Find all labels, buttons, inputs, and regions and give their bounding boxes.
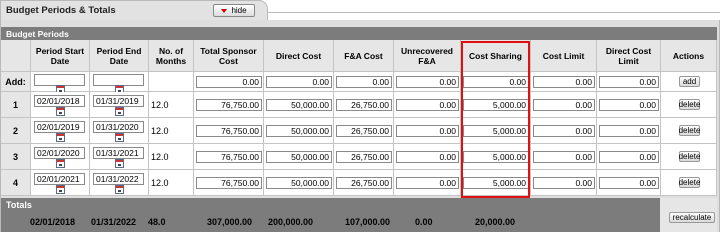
- period-row-1-direct-cost-limit-input[interactable]: 0.00: [599, 99, 659, 111]
- period-row-2-direct-cost-input[interactable]: 50,000.00: [266, 125, 332, 137]
- column-header-direct-cost: Direct Cost: [264, 40, 334, 72]
- period-row-1-action-button[interactable]: delete: [679, 99, 700, 110]
- column-header-cost-sharing: Cost Sharing: [461, 40, 531, 72]
- period-row-4-end-date-input[interactable]: 01/31/2022: [93, 173, 144, 185]
- period-row-1-sponsor-cost-input[interactable]: 76,750.00: [196, 99, 262, 111]
- add-row-label: Add:: [1, 72, 31, 92]
- period-row-1-label: 1: [1, 92, 31, 118]
- period-row-1-cost-limit-input[interactable]: 0.00: [533, 99, 595, 111]
- period-row-2-label: 2: [1, 118, 31, 144]
- column-header-fa-cost: F&A Cost: [334, 40, 394, 72]
- period-row-4-cost-limit-input[interactable]: 0.00: [533, 177, 595, 189]
- period-row-1-cost-sharing-input[interactable]: 5,000.00: [463, 99, 529, 111]
- calendar-icon[interactable]: [115, 107, 124, 116]
- period-row-4-sponsor-cost-input[interactable]: 76,750.00: [196, 177, 262, 189]
- add-row-direct-cost-limit-input[interactable]: 0.00: [599, 76, 659, 88]
- period-row-3-direct-cost-input[interactable]: 50,000.00: [266, 151, 332, 163]
- period-row-2-start-date-input[interactable]: 02/01/2019: [34, 121, 85, 133]
- period-row-2-cost-limit-input[interactable]: 0.00: [533, 125, 595, 137]
- totals-fa-cost: 107,000.00: [345, 217, 391, 227]
- period-row-3-unrecovered-fa-input[interactable]: 0.00: [396, 151, 459, 163]
- period-row-4-start-date-input[interactable]: 02/01/2021: [34, 173, 85, 185]
- calendar-icon[interactable]: [56, 159, 65, 168]
- totals-sponsor-cost: 307,000.00: [207, 217, 253, 227]
- period-row-1-months: 12.0: [151, 100, 169, 110]
- period-row-3-direct-cost-limit-input[interactable]: 0.00: [599, 151, 659, 163]
- calendar-icon[interactable]: [115, 133, 124, 142]
- period-row-3-fa-cost-input[interactable]: 26,750.00: [336, 151, 392, 163]
- column-header-cost-limit: Cost Limit: [531, 40, 597, 72]
- section-title: Budget Periods & Totals: [6, 5, 116, 16]
- period-row-4-direct-cost-limit-input[interactable]: 0.00: [599, 177, 659, 189]
- add-row-action-button[interactable]: add: [679, 76, 700, 87]
- period-row-3-cost-sharing-input[interactable]: 5,000.00: [463, 151, 529, 163]
- add-row-fa-cost-input[interactable]: 0.00: [336, 76, 392, 88]
- period-row-3-label: 3: [1, 144, 31, 170]
- period-row-2-unrecovered-fa-input[interactable]: 0.00: [396, 125, 459, 137]
- period-row-1-fa-cost-input[interactable]: 26,750.00: [336, 99, 392, 111]
- column-header-start-date: Period Start Date: [31, 40, 90, 72]
- period-row-4-cost-sharing-input[interactable]: 5,000.00: [463, 177, 529, 189]
- totals-title: Totals: [1, 198, 660, 212]
- period-row-2-cost-sharing-input[interactable]: 5,000.00: [463, 125, 529, 137]
- column-header-rownum: [1, 40, 31, 72]
- totals-direct-cost: 200,000.00: [268, 217, 314, 227]
- period-row-4-months: 12.0: [151, 178, 169, 188]
- hide-button[interactable]: hide: [213, 4, 255, 17]
- period-row-4-direct-cost-input[interactable]: 50,000.00: [266, 177, 332, 189]
- hide-label: hide: [231, 6, 247, 15]
- period-row-1-unrecovered-fa-input[interactable]: 0.00: [396, 99, 459, 111]
- period-row-2-sponsor-cost-input[interactable]: 76,750.00: [196, 125, 262, 137]
- period-row-3-end-date-input[interactable]: 01/31/2021: [93, 147, 144, 159]
- totals-unrecovered-fa: 0.00: [415, 217, 433, 227]
- period-row-3-months: 12.0: [151, 152, 169, 162]
- period-row-4-label: 4: [1, 170, 31, 196]
- add-row-direct-cost-input[interactable]: 0.00: [266, 76, 332, 88]
- period-row-2-end-date-input[interactable]: 01/31/2020: [93, 121, 144, 133]
- period-row-3-start-date-input[interactable]: 02/01/2020: [34, 147, 85, 159]
- period-row-1-start-date-input[interactable]: 02/01/2018: [34, 95, 85, 107]
- period-row-3-sponsor-cost-input[interactable]: 76,750.00: [196, 151, 262, 163]
- period-row-3-action-button[interactable]: delete: [679, 151, 700, 162]
- column-header-actions: Actions: [661, 40, 717, 72]
- period-row-2-months: 12.0: [151, 126, 169, 136]
- add-row-unrecovered-fa-input[interactable]: 0.00: [396, 76, 459, 88]
- collapse-triangle-icon: [221, 8, 228, 13]
- add-row-cost-sharing-input[interactable]: 0.00: [463, 76, 529, 88]
- period-row-2-direct-cost-limit-input[interactable]: 0.00: [599, 125, 659, 137]
- column-header-direct-cost-limit: Direct Cost Limit: [597, 40, 661, 72]
- subsection-title: Budget Periods: [1, 27, 717, 40]
- totals-months: 48.0: [148, 217, 166, 227]
- totals-start-date: 02/01/2018: [30, 217, 76, 227]
- section-tab: Budget Periods & Totals hide: [0, 0, 268, 20]
- totals-end-date: 01/31/2022: [91, 217, 137, 227]
- calendar-icon[interactable]: [115, 159, 124, 168]
- period-row-2-action-button[interactable]: delete: [679, 125, 700, 136]
- column-header-sponsor-cost: Total Sponsor Cost: [194, 40, 264, 72]
- calendar-icon[interactable]: [56, 133, 65, 142]
- period-row-4-fa-cost-input[interactable]: 26,750.00: [336, 177, 392, 189]
- column-header-months: No. of Months: [149, 40, 194, 72]
- calendar-icon[interactable]: [115, 185, 124, 194]
- add-row-sponsor-cost-input[interactable]: 0.00: [196, 76, 262, 88]
- divider: [268, 12, 720, 13]
- period-row-2-fa-cost-input[interactable]: 26,750.00: [336, 125, 392, 137]
- add-row-cost-limit-input[interactable]: 0.00: [533, 76, 595, 88]
- period-row-4-unrecovered-fa-input[interactable]: 0.00: [396, 177, 459, 189]
- calendar-icon[interactable]: [56, 107, 65, 116]
- column-header-end-date: Period End Date: [90, 40, 149, 72]
- column-header-unrecovered-fa: Unrecovered F&A: [394, 40, 461, 72]
- period-row-4-action-button[interactable]: delete: [679, 177, 700, 188]
- period-row-1-direct-cost-input[interactable]: 50,000.00: [266, 99, 332, 111]
- recalculate-button[interactable]: recalculate: [669, 212, 715, 223]
- add-row-cell-months: [149, 72, 194, 92]
- calendar-icon[interactable]: [56, 185, 65, 194]
- section-tab-bar: Budget Periods & Totals hide: [0, 0, 720, 20]
- totals-cost-sharing: 20,000.00: [475, 217, 516, 227]
- period-row-1-end-date-input[interactable]: 01/31/2019: [93, 95, 144, 107]
- period-row-3-cost-limit-input[interactable]: 0.00: [533, 151, 595, 163]
